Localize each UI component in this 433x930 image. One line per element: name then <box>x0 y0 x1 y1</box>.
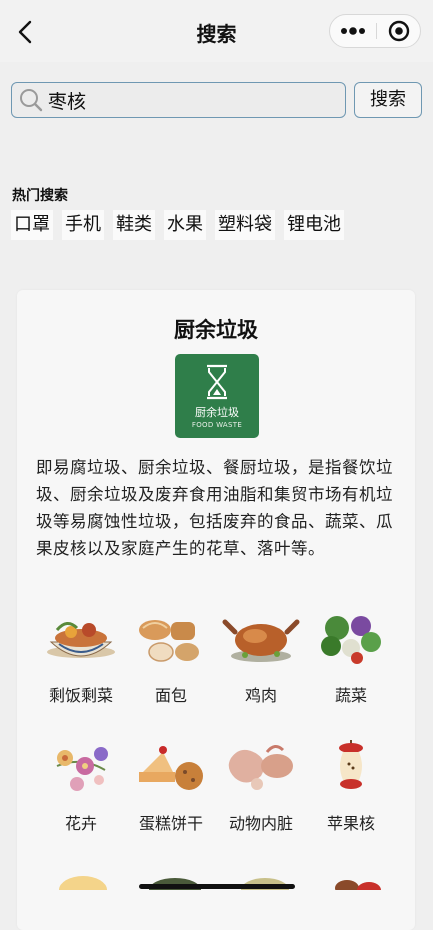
animal-organs-icon <box>228 745 293 790</box>
example-label: 动物内脏 <box>228 814 293 833</box>
example-label: 面包 <box>154 686 187 705</box>
example-label: 鸡肉 <box>244 686 277 705</box>
hot-tag[interactable]: 鞋类 <box>113 210 155 240</box>
example-label: 剩饭剩菜 <box>48 686 113 705</box>
mini-program-capsule <box>329 14 421 48</box>
category-title: 厨余垃圾 <box>174 318 258 342</box>
cake-cookie-icon <box>139 746 203 790</box>
example-label: 蔬菜 <box>334 686 367 705</box>
more-dots-icon[interactable] <box>330 15 376 47</box>
example-item[interactable]: 蛋糕饼干 <box>127 736 215 834</box>
search-input[interactable] <box>48 86 338 114</box>
example-item[interactable]: 苹果核 <box>307 736 395 834</box>
nav-bar: 搜索 <box>0 0 433 62</box>
example-item[interactable]: 动物内脏 <box>217 736 305 834</box>
hot-tag[interactable]: 手机 <box>62 210 104 240</box>
hot-tag[interactable]: 口罩 <box>11 210 53 240</box>
search-icon <box>19 88 43 112</box>
home-indicator <box>139 884 295 889</box>
nuts-icon <box>335 880 381 890</box>
apple-core-icon <box>339 740 363 789</box>
example-item[interactable]: 花卉 <box>37 736 125 834</box>
hot-search-tags: 口罩 手机 鞋类 水果 塑料袋 锂电池 <box>11 210 344 240</box>
food-waste-icon: 厨余垃圾 FOOD WASTE <box>175 354 259 438</box>
vegetables-icon <box>321 616 381 664</box>
search-button[interactable]: 搜索 <box>354 82 422 118</box>
hot-tag[interactable]: 塑料袋 <box>215 210 275 240</box>
example-label: 苹果核 <box>326 814 375 833</box>
flowers-icon <box>56 747 108 791</box>
hot-tag[interactable]: 锂电池 <box>284 210 344 240</box>
example-label: 花卉 <box>64 814 97 833</box>
egg-icon <box>59 876 107 890</box>
example-item[interactable]: 鸡肉 <box>217 608 305 706</box>
icon-caption-cn: 厨余垃圾 <box>195 406 239 419</box>
hot-tag[interactable]: 水果 <box>164 210 206 240</box>
bread-icon <box>139 620 199 662</box>
leftover-food-icon <box>47 622 115 658</box>
example-item[interactable]: 剩饭剩菜 <box>37 608 125 706</box>
hot-search-heading: 热门搜索 <box>12 188 68 204</box>
target-close-icon[interactable] <box>377 15 421 47</box>
category-description: 即易腐垃圾、厨余垃圾、餐厨垃圾，是指餐饮垃圾、厨余垃圾及废弃食用油脂和集贸市场有… <box>36 458 393 558</box>
example-item[interactable]: 蔬菜 <box>307 608 395 706</box>
result-card: 厨余垃圾 厨余垃圾 FOOD WASTE 即易腐垃圾、厨余垃圾、餐厨垃圾，是指餐… <box>17 290 415 930</box>
search-box <box>11 82 346 118</box>
icon-caption-en: FOOD WASTE <box>191 421 243 429</box>
roast-chicken-icon <box>222 619 300 662</box>
example-label: 蛋糕饼干 <box>138 814 203 833</box>
example-item[interactable]: 面包 <box>127 608 215 706</box>
